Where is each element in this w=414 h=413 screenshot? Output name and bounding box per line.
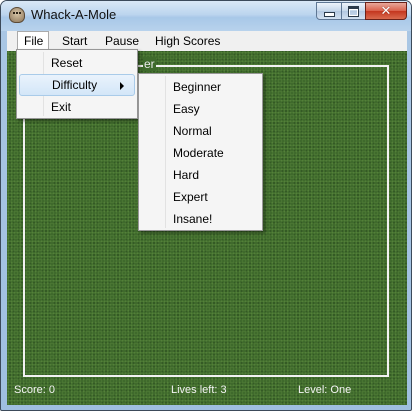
difficulty-insane[interactable]: Insane! [141, 208, 260, 230]
difficulty-hard[interactable]: Hard [141, 164, 260, 186]
maximize-button[interactable] [341, 2, 366, 20]
close-icon: ✕ [380, 3, 392, 19]
window-title: Whack-A-Mole [31, 7, 117, 22]
menu-item-reset[interactable]: Reset [19, 52, 135, 74]
submenu-arrow-icon [120, 82, 124, 90]
file-menu-dropdown: Reset Difficulty Exit [16, 49, 138, 119]
lives-label: Lives left: 3 [171, 384, 227, 396]
difficulty-normal[interactable]: Normal [141, 120, 260, 142]
maximize-icon [348, 5, 359, 17]
score-label: Score: 0 [14, 384, 55, 396]
minimize-button[interactable] [316, 2, 342, 20]
menu-file[interactable]: File [17, 31, 49, 51]
close-button[interactable]: ✕ [365, 2, 407, 20]
menu-item-difficulty-label: Difficulty [52, 78, 98, 92]
difficulty-expert[interactable]: Expert [141, 186, 260, 208]
difficulty-easy[interactable]: Easy [141, 98, 260, 120]
level-label: Level: One [298, 384, 352, 396]
menu-item-difficulty[interactable]: Difficulty [19, 74, 135, 96]
minimize-icon [323, 11, 335, 17]
difficulty-beginner[interactable]: Beginner [141, 76, 260, 98]
menu-pause[interactable]: Pause [99, 31, 145, 51]
menu-item-exit[interactable]: Exit [19, 96, 135, 118]
difficulty-submenu: Beginner Easy Normal Moderate Hard Exper… [138, 73, 263, 231]
difficulty-moderate[interactable]: Moderate [141, 142, 260, 164]
menu-start[interactable]: Start [56, 31, 93, 51]
title-bar[interactable]: Whack-A-Mole ✕ [1, 1, 411, 31]
play-area-label: er [143, 57, 156, 71]
menu-high-scores[interactable]: High Scores [149, 31, 226, 51]
mole-icon[interactable] [9, 7, 25, 23]
